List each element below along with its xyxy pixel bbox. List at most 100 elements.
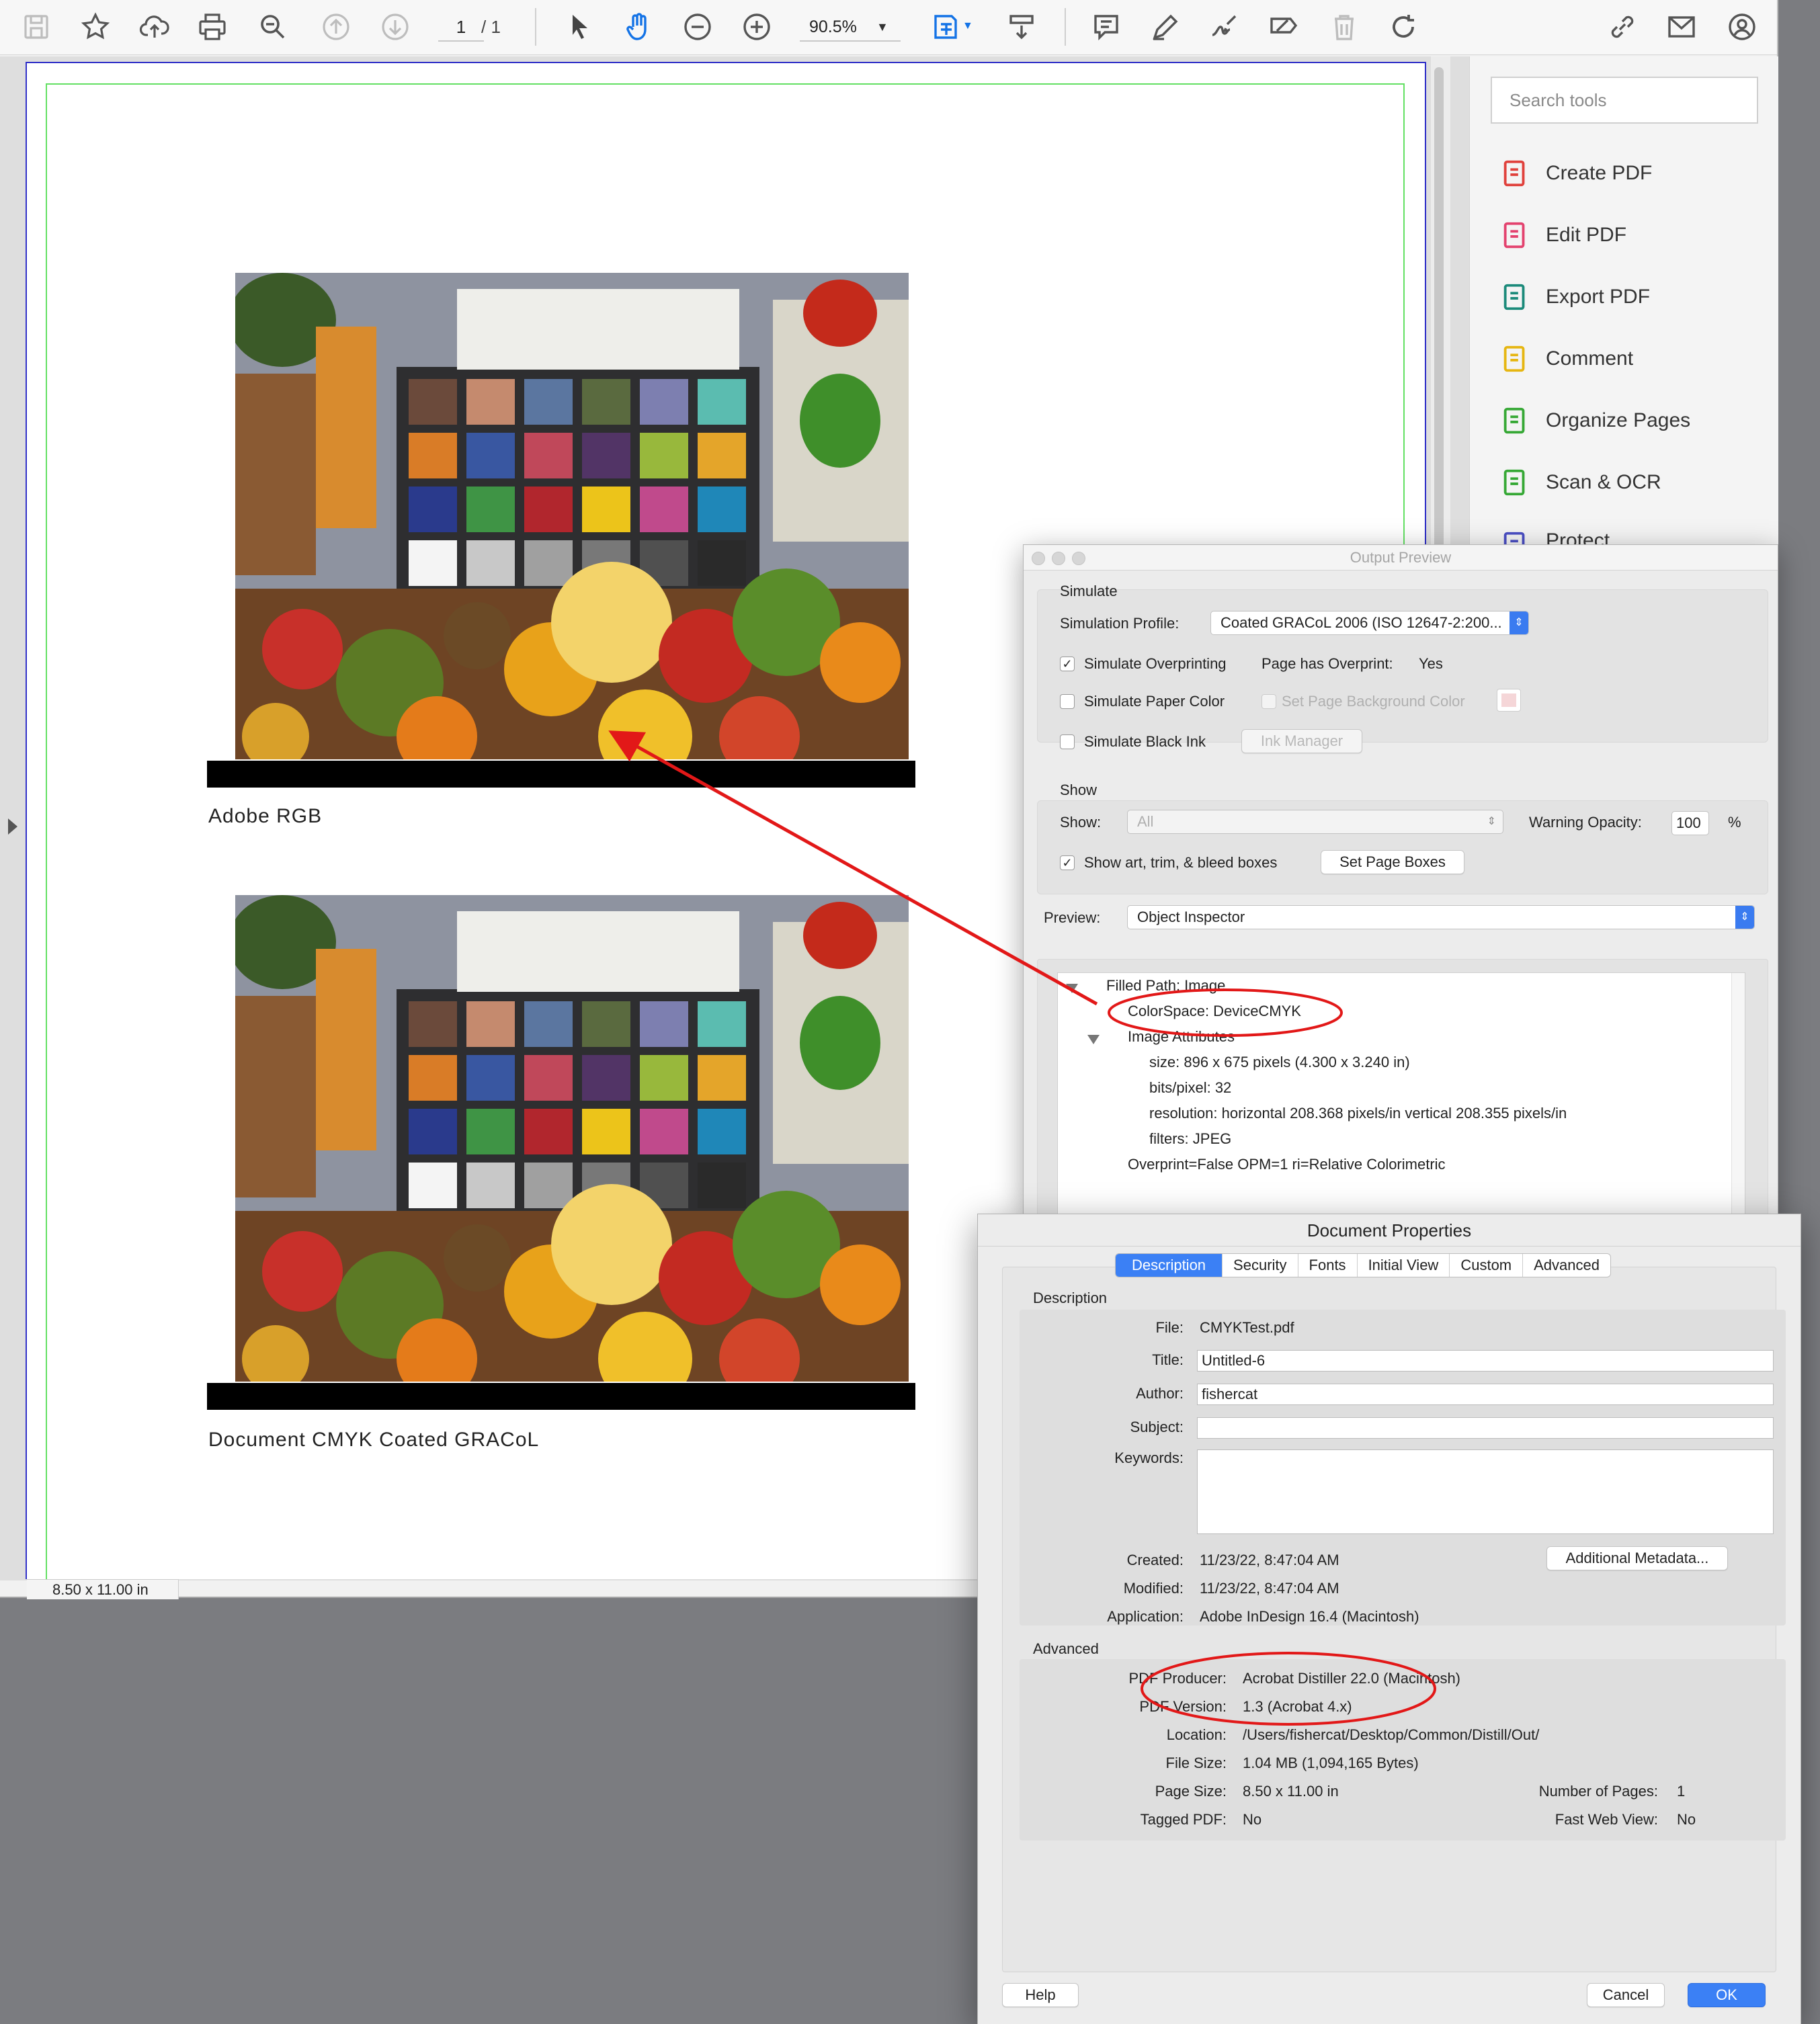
share-link-icon[interactable] (1605, 9, 1640, 44)
minimize-window-button[interactable] (1052, 552, 1065, 565)
zoom-window-button[interactable] (1072, 552, 1085, 565)
fit-page-icon[interactable] (929, 9, 964, 44)
show-boxes-checkbox[interactable]: ✓ (1060, 855, 1075, 870)
tree-item[interactable]: Overprint=False OPM=1 ri=Relative Colori… (1128, 1156, 1446, 1173)
print-icon[interactable] (195, 9, 230, 44)
show-select[interactable]: All ⇕ (1127, 810, 1503, 834)
warning-opacity-input[interactable]: 100 (1671, 811, 1709, 835)
tab-advanced[interactable]: Advanced (1523, 1254, 1610, 1277)
preview-select[interactable]: Object Inspector ⇕ (1127, 905, 1755, 929)
tab-custom[interactable]: Custom (1450, 1254, 1524, 1277)
tree-scrollbar[interactable] (1731, 973, 1745, 1220)
color-patch (640, 487, 688, 532)
fill-sign-icon[interactable] (1266, 9, 1301, 44)
tool-item-scan-ocr[interactable]: Scan & OCR (1500, 461, 1661, 504)
hand-icon[interactable] (621, 9, 656, 44)
color-patch (582, 433, 630, 478)
tool-item-label: Create PDF (1546, 162, 1653, 184)
comment-icon (1503, 345, 1525, 372)
close-window-button[interactable] (1032, 552, 1045, 565)
tree-item[interactable]: resolution: horizontal 208.368 pixels/in… (1149, 1105, 1567, 1122)
comment-icon[interactable] (1089, 9, 1124, 44)
tree-item[interactable]: filters: JPEG (1149, 1130, 1231, 1148)
simulate-paper-color-label: Simulate Paper Color (1084, 693, 1225, 710)
email-icon[interactable] (1664, 9, 1699, 44)
object-inspector-tree[interactable]: Filled Path: Image ColorSpace: DeviceCMY… (1057, 972, 1745, 1221)
rotate-icon[interactable] (1386, 9, 1421, 44)
page-bg-color-swatch[interactable] (1497, 689, 1521, 712)
tool-item-create-pdf[interactable]: Create PDF (1500, 152, 1652, 195)
set-page-boxes-button[interactable]: Set Page Boxes (1321, 850, 1464, 874)
scrollbar-thumb[interactable] (1434, 67, 1444, 564)
tool-item-organize-pages[interactable]: Organize Pages (1500, 399, 1690, 442)
page-down-icon[interactable] (378, 9, 413, 44)
file-size-label: File Size: (1165, 1755, 1227, 1771)
zoom-out-icon[interactable] (680, 9, 715, 44)
keywords-field[interactable] (1197, 1449, 1774, 1534)
organize-pages-icon (1503, 407, 1525, 434)
tree-item[interactable]: Filled Path: Image (1106, 977, 1225, 995)
file-size-value: 1.04 MB (1,094,165 Bytes) (1243, 1755, 1419, 1771)
help-button[interactable]: Help (1002, 1983, 1079, 2007)
cancel-button[interactable]: Cancel (1587, 1983, 1665, 2007)
location-label: Location: (1166, 1726, 1227, 1743)
find-icon[interactable] (255, 9, 290, 44)
show-heading: Show (1060, 782, 1098, 798)
tree-item[interactable]: bits/pixel: 32 (1149, 1079, 1231, 1097)
color-patch (466, 1109, 515, 1154)
fast-web-view-value: No (1677, 1811, 1696, 1828)
zoom-in-icon[interactable] (739, 9, 774, 44)
description-heading: Description (1033, 1290, 1108, 1306)
bookmark-star-icon[interactable] (78, 9, 113, 44)
title-field[interactable]: Untitled-6 (1197, 1350, 1774, 1372)
simulation-profile-select[interactable]: Coated GRACoL 2006 (ISO 12647-2:200... ⇕ (1210, 611, 1529, 635)
tree-item-colorspace[interactable]: ColorSpace: DeviceCMYK (1128, 1003, 1301, 1020)
simulate-paper-color-checkbox[interactable] (1060, 694, 1075, 709)
simulate-black-ink-checkbox[interactable] (1060, 734, 1075, 749)
subject-field[interactable] (1197, 1417, 1774, 1439)
tab-bar: Description Security Fonts Initial View … (1115, 1253, 1611, 1277)
simulation-profile-label: Simulation Profile: (1060, 615, 1180, 632)
save-icon[interactable] (19, 9, 54, 44)
page-number-input[interactable]: 1 (438, 12, 484, 42)
tool-item-export-pdf[interactable]: Export PDF (1500, 276, 1650, 319)
page-up-icon[interactable] (319, 9, 354, 44)
author-field[interactable]: fishercat (1197, 1384, 1774, 1405)
select-arrow-icon[interactable] (562, 9, 597, 44)
simulate-overprinting-checkbox[interactable]: ✓ (1060, 657, 1075, 671)
disclosure-triangle-icon[interactable] (1087, 1035, 1100, 1044)
expand-left-pane-icon[interactable] (8, 818, 17, 835)
tool-item-comment[interactable]: Comment (1500, 337, 1633, 380)
additional-metadata-button[interactable]: Additional Metadata... (1546, 1546, 1728, 1570)
disclosure-triangle-icon[interactable] (1066, 984, 1078, 993)
upload-cloud-icon[interactable] (137, 9, 172, 44)
tab-description[interactable]: Description (1116, 1254, 1223, 1277)
ink-manager-button[interactable]: Ink Manager (1241, 729, 1362, 753)
keywords-label: Keywords: (1114, 1449, 1184, 1466)
select-stepper-icon: ⇕ (1509, 612, 1528, 634)
zoom-dropdown-chevron-icon[interactable]: ▼ (876, 20, 888, 34)
tab-initial-view[interactable]: Initial View (1358, 1254, 1450, 1277)
color-patch (698, 540, 746, 586)
color-patch (698, 1001, 746, 1047)
tab-fonts[interactable]: Fonts (1298, 1254, 1358, 1277)
tree-item[interactable]: Image Attributes (1128, 1028, 1235, 1046)
set-page-bg-checkbox[interactable] (1261, 694, 1276, 709)
color-patch (409, 540, 457, 586)
color-patch (466, 1163, 515, 1208)
tree-item[interactable]: size: 896 x 675 pixels (4.300 x 3.240 in… (1149, 1054, 1410, 1071)
fit-dropdown-chevron-icon[interactable]: ▼ (962, 20, 973, 32)
color-patch (466, 379, 515, 425)
scroll-mode-icon[interactable] (1004, 9, 1039, 44)
bread-shape (235, 996, 316, 1197)
delete-icon[interactable] (1327, 9, 1362, 44)
sign-icon[interactable] (1207, 9, 1242, 44)
test-image-rgb (235, 273, 909, 759)
search-tools-input[interactable]: Search tools (1491, 77, 1758, 124)
tab-security[interactable]: Security (1223, 1254, 1298, 1277)
tool-item-edit-pdf[interactable]: Edit PDF (1500, 214, 1626, 257)
pen-icon[interactable] (1148, 9, 1183, 44)
ok-button[interactable]: OK (1688, 1983, 1766, 2007)
account-icon[interactable] (1725, 9, 1760, 44)
pdf-version-value: 1.3 (Acrobat 4.x) (1243, 1698, 1352, 1715)
